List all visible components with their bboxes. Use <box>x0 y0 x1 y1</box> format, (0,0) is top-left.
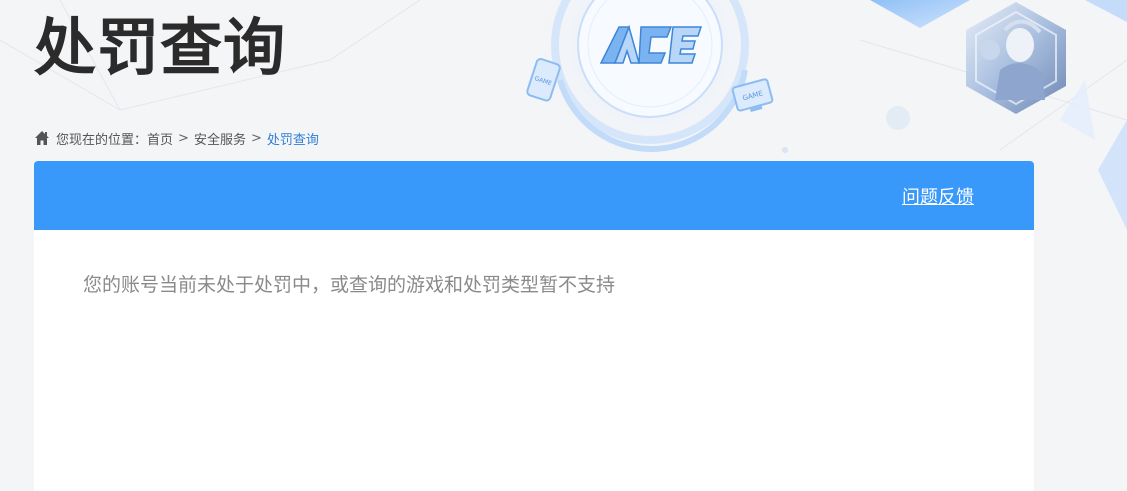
svg-text:GAME: GAME <box>534 75 553 87</box>
panel-header: 问题反馈 <box>34 161 1034 230</box>
breadcrumb-item-home[interactable]: 首页 <box>147 129 173 148</box>
ace-logo <box>599 24 703 64</box>
breadcrumb-separator: > <box>178 130 189 146</box>
avatar <box>966 2 1066 114</box>
page-title: 处罚查询 <box>34 11 287 84</box>
ace-logo-rings <box>551 0 749 152</box>
svg-text:GAME: GAME <box>742 89 764 102</box>
home-icon <box>35 131 49 145</box>
breadcrumb-separator: > <box>250 130 262 146</box>
breadcrumb-prefix: 您现在的位置： <box>56 132 148 148</box>
penalty-query-panel: 问题反馈 您的账号当前未处于处罚中，或查询的游戏和处罚类型暂不支持 <box>34 161 1034 491</box>
phone-icon: GAME <box>526 58 561 102</box>
breadcrumb: 您现在的位置： 首页 > 安全服务 > 处罚查询 <box>34 128 319 148</box>
breadcrumb-item-security-services[interactable]: 安全服务 <box>194 129 246 148</box>
monitor-icon: GAME <box>731 78 774 112</box>
panel-body: 您的账号当前未处于处罚中，或查询的游戏和处罚类型暂不支持 <box>34 230 1034 340</box>
status-message: 您的账号当前未处于处罚中，或查询的游戏和处罚类型暂不支持 <box>83 274 616 296</box>
feedback-link[interactable]: 问题反馈 <box>902 183 974 209</box>
breadcrumb-item-current: 处罚查询 <box>266 132 319 148</box>
